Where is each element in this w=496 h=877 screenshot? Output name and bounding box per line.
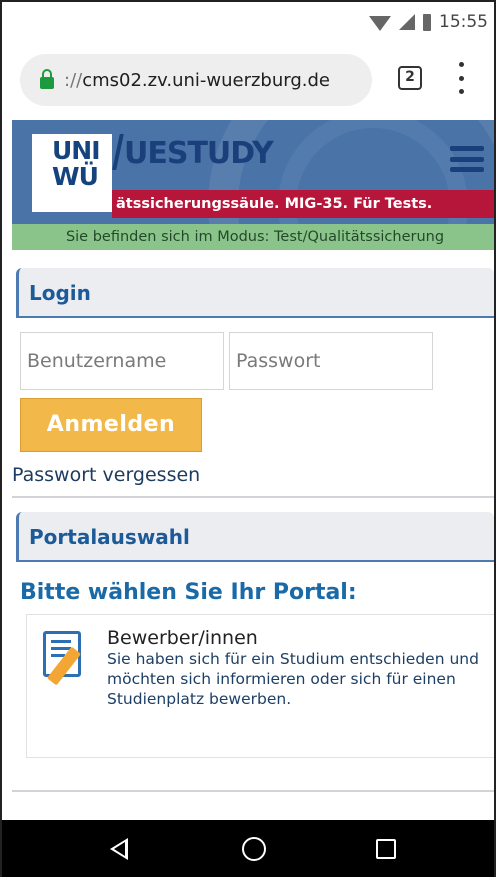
home-icon[interactable] <box>242 837 266 861</box>
address-bar[interactable]: ://cms02.zv.uni-wuerzburg.de <box>20 54 372 106</box>
phone-screen: 15:55 ://cms02.zv.uni-wuerzburg.de 2 UNI… <box>0 0 496 877</box>
portal-card-applicants[interactable]: Bewerber/innen Sie haben sich für ein St… <box>26 614 494 758</box>
wifi-icon <box>369 15 391 31</box>
back-icon[interactable] <box>110 838 128 860</box>
login-button[interactable]: Anmelden <box>20 398 202 452</box>
forgot-password-link[interactable]: Passwort vergessen <box>12 464 200 486</box>
battery-icon <box>423 13 431 31</box>
browser-toolbar: ://cms02.zv.uni-wuerzburg.de 2 <box>2 46 494 114</box>
login-section-title: Login <box>16 268 494 318</box>
portal-section-title: Portalauswahl <box>16 512 494 562</box>
password-input[interactable]: Passwort <box>229 332 433 390</box>
username-input[interactable]: Benutzername <box>20 332 224 390</box>
overflow-menu-icon[interactable] <box>458 62 464 94</box>
main-content: Login Benutzername Passwort Anmelden Pas… <box>12 250 494 820</box>
clock: 15:55 <box>439 12 488 32</box>
system-navigation-bar <box>2 820 494 877</box>
portal-card-title[interactable]: Bewerber/innen <box>107 627 258 649</box>
portal-prompt: Bitte wählen Sie Ihr Portal: <box>20 580 357 605</box>
application-form-icon <box>43 631 82 686</box>
lock-icon <box>40 68 54 89</box>
tabs-button[interactable]: 2 <box>398 66 422 90</box>
test-system-notice: ätssicherungssäule. MIG-35. Für Tests. <box>112 190 494 218</box>
divider <box>12 790 494 792</box>
signal-icon <box>399 14 415 30</box>
status-bar: 15:55 <box>2 2 494 44</box>
hamburger-menu-icon[interactable] <box>450 146 484 172</box>
brand-title[interactable]: UESTUDY <box>124 136 274 171</box>
university-logo-text: UNI WÜ <box>52 136 101 191</box>
url-text: ://cms02.zv.uni-wuerzburg.de <box>64 69 330 91</box>
recent-apps-icon[interactable] <box>376 839 396 859</box>
portal-card-description: Sie haben sich für ein Studium entschied… <box>107 650 479 708</box>
divider <box>12 496 494 498</box>
mode-notice: Sie befinden sich im Modus: Test/Qualitä… <box>12 224 494 250</box>
status-icons: 15:55 <box>369 12 488 32</box>
site-header: UNI WÜ UESTUDY ätssicherungssäule. MIG-3… <box>12 120 494 250</box>
